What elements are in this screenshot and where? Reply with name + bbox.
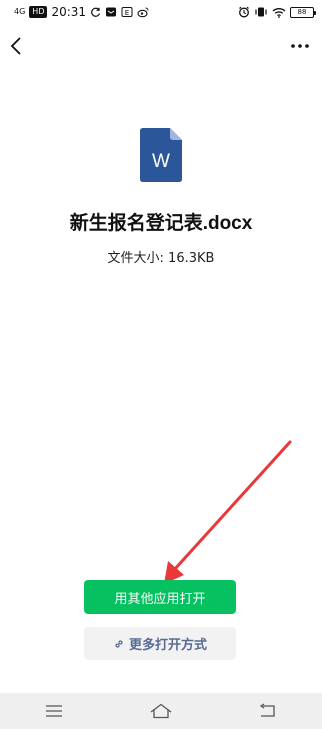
battery-level: 88 bbox=[297, 8, 307, 16]
clock: 20:31 bbox=[51, 5, 87, 19]
open-with-other-app-label: 用其他应用打开 bbox=[114, 591, 206, 607]
menu-icon bbox=[45, 705, 62, 717]
more-open-ways-label: 更多打开方式 bbox=[128, 638, 207, 653]
word-document-icon: W bbox=[140, 128, 182, 182]
system-nav-bar bbox=[0, 693, 322, 729]
battery-indicator: 88 bbox=[290, 6, 316, 18]
more-options-button[interactable] bbox=[284, 30, 316, 62]
link-icon bbox=[115, 639, 123, 648]
file-name: 新生报名登记表.docx bbox=[69, 213, 253, 234]
red-pointer-arrow bbox=[164, 440, 292, 584]
open-with-other-app-button[interactable]: 用其他应用打开 bbox=[84, 580, 236, 614]
back-nav-button[interactable] bbox=[248, 696, 288, 726]
network-label: 4G bbox=[14, 7, 26, 16]
file-size: 文件大小: 16.3KB bbox=[107, 251, 215, 266]
word-letter: W bbox=[152, 151, 170, 172]
refresh-icon bbox=[91, 7, 101, 17]
alarm-icon bbox=[239, 6, 249, 18]
status-bar: 4G HD 20:31 E 88 bbox=[0, 0, 322, 24]
more-dots-icon bbox=[291, 44, 309, 48]
back-arrow-icon bbox=[10, 37, 21, 55]
message-icon bbox=[106, 7, 117, 17]
weibo-icon bbox=[137, 7, 149, 18]
status-right: 88 bbox=[238, 6, 316, 18]
status-left: 4G HD 20:31 E bbox=[14, 5, 149, 19]
wifi-icon bbox=[272, 7, 286, 18]
svg-text:E: E bbox=[125, 9, 129, 17]
app-notification-icon: E bbox=[121, 7, 133, 17]
home-icon bbox=[150, 703, 172, 719]
vibrate-icon bbox=[255, 7, 267, 17]
menu-nav-button[interactable] bbox=[34, 696, 74, 726]
more-open-ways-button[interactable]: 更多打开方式 bbox=[84, 627, 236, 660]
home-nav-button[interactable] bbox=[141, 696, 181, 726]
top-bar bbox=[0, 26, 322, 66]
return-icon bbox=[260, 703, 275, 717]
hd-badge: HD bbox=[29, 6, 48, 18]
back-button[interactable] bbox=[2, 30, 30, 62]
